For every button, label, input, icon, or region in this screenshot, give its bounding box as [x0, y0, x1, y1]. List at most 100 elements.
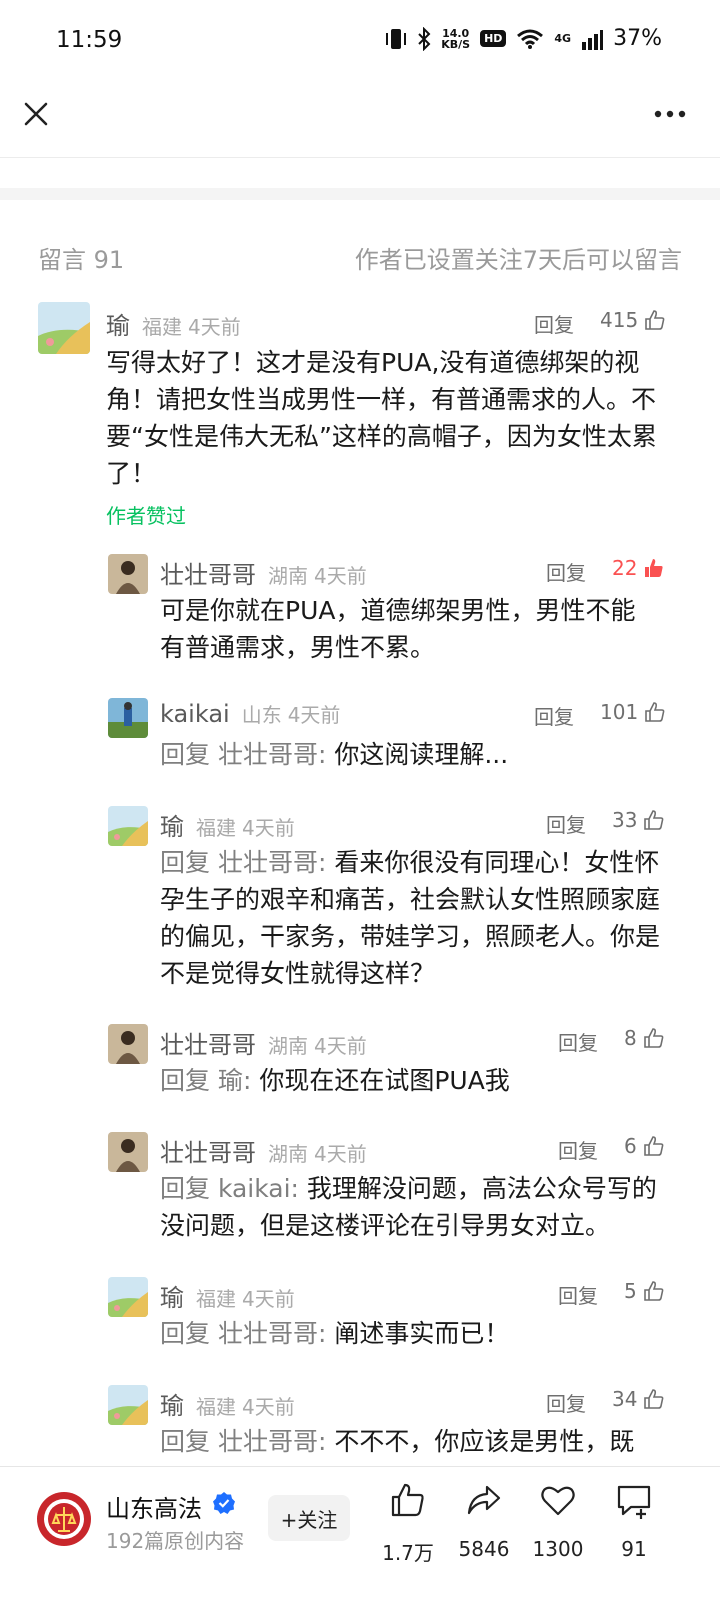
- like-button[interactable]: 6: [624, 1134, 665, 1158]
- like-button[interactable]: 101: [600, 700, 666, 724]
- commenter-name[interactable]: 瑜: [106, 306, 130, 341]
- favorite-button[interactable]: 1300: [518, 1481, 598, 1581]
- comment-region: 山东: [241, 703, 282, 727]
- comment-time: 4天前: [314, 1034, 367, 1058]
- comment-time: 4天前: [287, 703, 341, 727]
- more-icon[interactable]: [652, 108, 688, 120]
- close-icon[interactable]: [20, 98, 52, 130]
- account-name[interactable]: 山东高法: [106, 1489, 202, 1524]
- share-count: 5846: [458, 1537, 510, 1561]
- comment-time: 4天前: [314, 564, 367, 588]
- like-article-button[interactable]: 1.7万: [368, 1481, 448, 1581]
- landscape-avatar-icon: [108, 1385, 148, 1425]
- reply-button[interactable]: 回复: [546, 809, 586, 838]
- landscape-avatar-icon: [38, 302, 90, 354]
- court-emblem-logo[interactable]: [36, 1491, 92, 1547]
- comment-text: 可是你就在PUA，道德绑架男性，男性不能有普通需求，男性不累。: [160, 596, 636, 662]
- net-speed: 14.0 KB/S: [441, 26, 471, 51]
- share-button[interactable]: 5846: [444, 1481, 524, 1581]
- favorite-count: 1300: [532, 1537, 584, 1561]
- thumb-up-icon: [644, 1389, 664, 1409]
- avatar[interactable]: [108, 698, 148, 738]
- comment-region: 福建: [196, 1287, 236, 1311]
- comment-region: 湖南: [268, 1034, 308, 1058]
- avatar[interactable]: [108, 1024, 148, 1064]
- status-bar: 11:59 14.0 KB/S HD 4G 37%: [0, 0, 720, 84]
- comment-region: 福建: [142, 315, 182, 339]
- comment-region: 福建: [196, 816, 236, 840]
- reply-button[interactable]: 回复: [558, 1280, 598, 1309]
- reply-body: 你现在还在试图PUA我: [251, 1066, 510, 1095]
- reply-button[interactable]: 回复: [534, 701, 574, 730]
- commenter-name[interactable]: 瑜: [160, 1386, 184, 1421]
- reply-button[interactable]: 回复: [558, 1135, 598, 1164]
- like-button[interactable]: 33: [612, 808, 665, 832]
- battery-level: 37%: [613, 26, 662, 51]
- comment-count: 91: [621, 1537, 647, 1561]
- status-icons: 14.0 KB/S HD 4G 37%: [385, 26, 662, 51]
- person-avatar-icon: [108, 554, 148, 594]
- wifi-icon: [517, 29, 544, 49]
- thumb-up-icon: [643, 1281, 664, 1301]
- like-count: 33: [612, 808, 638, 832]
- comment-text: 回复 kaikai: 我理解没问题，高法公众号写的没问题，但是这楼评论在引导男女…: [160, 1170, 660, 1244]
- comment-text: 写得太好了！这才是没有PUA,没有道德绑架的视角！请把女性当成男性一样，有普通需…: [106, 348, 657, 488]
- share-icon: [467, 1485, 501, 1515]
- comment-text: 回复 壮壮哥哥: 阐述事实而已！: [160, 1315, 660, 1352]
- avatar[interactable]: [108, 1132, 148, 1172]
- verified-icon: [213, 1492, 235, 1514]
- commenter-name[interactable]: kaikai: [160, 700, 230, 728]
- bluetooth-icon: [418, 26, 431, 51]
- like-button[interactable]: 22: [612, 556, 665, 580]
- like-count: 1.7万: [382, 1541, 434, 1565]
- commenter-name[interactable]: 壮壮哥哥: [160, 1133, 256, 1168]
- comment-button[interactable]: 91: [594, 1481, 674, 1581]
- like-button[interactable]: 34: [612, 1387, 665, 1411]
- follow-button[interactable]: +关注: [268, 1495, 350, 1541]
- reply-body: 不不不，你应该是男性，既: [326, 1427, 635, 1456]
- outdoor-avatar-icon: [108, 698, 148, 738]
- reply-button[interactable]: 回复: [546, 1388, 586, 1417]
- reply-button[interactable]: 回复: [534, 309, 574, 338]
- commenter-name[interactable]: 壮壮哥哥: [160, 1025, 256, 1060]
- section-divider: [0, 188, 720, 200]
- like-button[interactable]: 5: [624, 1279, 665, 1303]
- commenter-name[interactable]: 瑜: [160, 807, 184, 842]
- like-count: 101: [600, 700, 639, 724]
- like-button[interactable]: 415: [600, 308, 666, 332]
- reply-body: 阐述事实而已！: [326, 1319, 510, 1348]
- avatar[interactable]: [108, 554, 148, 594]
- comment-add-icon: [617, 1485, 651, 1519]
- reply-button[interactable]: 回复: [546, 557, 586, 586]
- reply-to-label[interactable]: 回复 壮壮哥哥:: [160, 848, 326, 877]
- commenter-name[interactable]: 壮壮哥哥: [160, 555, 256, 590]
- avatar[interactable]: [108, 1385, 148, 1425]
- vibrate-icon: [386, 28, 407, 49]
- avatar[interactable]: [108, 806, 148, 846]
- reply-to-label[interactable]: 回复 kaikai:: [160, 1174, 299, 1203]
- commenter-name[interactable]: 瑜: [160, 1278, 184, 1313]
- like-count: 5: [624, 1279, 637, 1303]
- comment-region: 湖南: [268, 1142, 308, 1166]
- reply-to-label[interactable]: 回复 壮壮哥哥:: [160, 1427, 326, 1456]
- reply-to-label[interactable]: 回复 瑜:: [160, 1066, 251, 1095]
- thumb-up-icon: [643, 1028, 664, 1048]
- like-count: 8: [624, 1026, 637, 1050]
- comment-time: 4天前: [242, 1395, 295, 1419]
- reply-to-label[interactable]: 回复 壮壮哥哥:: [160, 1319, 326, 1348]
- avatar[interactable]: [38, 302, 90, 354]
- like-button[interactable]: 8: [624, 1026, 665, 1050]
- comment-text: 回复 壮壮哥哥: 看来你很没有同理心！女性怀孕生子的艰辛和痛苦，社会默认女性照顾…: [160, 844, 660, 992]
- reply-button[interactable]: 回复: [558, 1027, 598, 1056]
- like-count: 415: [600, 308, 639, 332]
- hd-badge: HD: [480, 30, 507, 47]
- comment-text: 回复 壮壮哥哥: 不不不，你应该是男性，既: [160, 1423, 660, 1463]
- comment-region: 湖南: [268, 564, 308, 588]
- network-type: 4G: [554, 32, 572, 45]
- comments-header: 留言 91 作者已设置关注7天后可以留言: [38, 240, 682, 274]
- like-count: 6: [624, 1134, 637, 1158]
- landscape-avatar-icon: [108, 1277, 148, 1317]
- reply-to-label[interactable]: 回复 壮壮哥哥:: [160, 740, 326, 769]
- avatar[interactable]: [108, 1277, 148, 1317]
- nav-bar: [0, 84, 720, 158]
